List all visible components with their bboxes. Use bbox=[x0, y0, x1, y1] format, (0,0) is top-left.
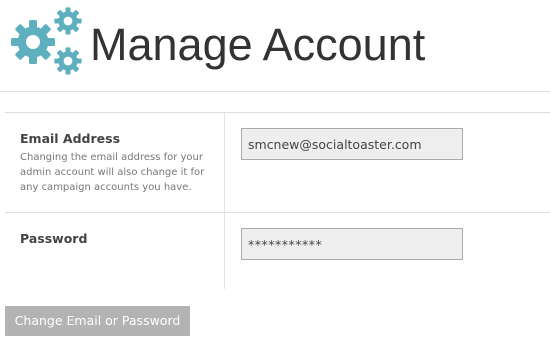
email-row: Email Address Changing the email address… bbox=[5, 113, 550, 213]
password-label: Password bbox=[20, 231, 88, 246]
page-header: Manage Account bbox=[0, 0, 550, 92]
email-help-text: Changing the email address for your admi… bbox=[20, 152, 205, 193]
password-row: Password bbox=[5, 213, 550, 289]
change-email-or-password-button[interactable]: Change Email or Password bbox=[5, 306, 190, 336]
page-title: Manage Account bbox=[90, 19, 426, 70]
email-label: Email Address bbox=[20, 131, 121, 146]
column-divider bbox=[224, 113, 225, 289]
gears-icon bbox=[11, 7, 82, 75]
password-field[interactable] bbox=[241, 228, 463, 260]
email-field[interactable] bbox=[241, 128, 463, 160]
account-form: Email Address Changing the email address… bbox=[5, 112, 550, 289]
